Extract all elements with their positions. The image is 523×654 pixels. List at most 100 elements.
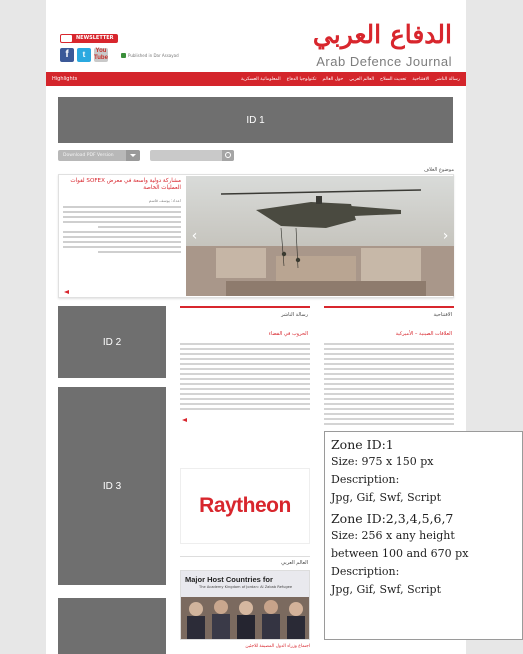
text-line [63, 216, 181, 218]
text-line [180, 408, 310, 410]
ad-zone-3: ID 3 [58, 387, 166, 585]
slider-next-icon[interactable]: › [441, 229, 450, 243]
text-line [324, 423, 454, 425]
editorial-subtitle[interactable]: العلاقات الصينية – الأميركية [324, 331, 452, 337]
text-line [324, 348, 454, 350]
text-line [324, 403, 454, 405]
text-line [63, 236, 181, 238]
ad-zone-label: ID 3 [102, 480, 122, 492]
facebook-icon[interactable]: f [60, 48, 74, 62]
publisher-title[interactable]: رسالة الناشر [180, 312, 308, 318]
featured-title[interactable]: مشاركة دولية واسعة في معرض SOFEX لقوات ا… [63, 178, 181, 192]
more-arrow-icon[interactable] [182, 418, 187, 422]
search-icon[interactable] [222, 150, 234, 161]
nav-highlights[interactable]: Highlights [52, 76, 77, 82]
text-line [324, 413, 454, 415]
text-line [324, 393, 454, 395]
text-line [98, 226, 181, 228]
text-line [180, 358, 310, 360]
nav-item[interactable]: حول العالم [323, 77, 344, 82]
zone2-desc: Jpg, Gif, Swf, Script [331, 583, 442, 596]
text-line [180, 398, 310, 400]
zone1-desc: Jpg, Gif, Swf, Script [331, 491, 442, 504]
text-line [180, 393, 310, 395]
newsletter-label: NEWSLETTER [76, 35, 114, 41]
text-line [324, 388, 454, 390]
text-line [324, 353, 454, 355]
raytheon-logo-text: Raytheon [199, 494, 291, 517]
zone2-title: Zone ID:2,3,4,5,6,7 [331, 511, 454, 526]
nav-item[interactable]: الافتتاحية [412, 77, 429, 82]
chevron-down-icon [126, 150, 140, 161]
twitter-icon[interactable]: t [77, 48, 91, 62]
text-line [180, 363, 310, 365]
text-line [180, 383, 310, 385]
text-line [180, 388, 310, 390]
nav-item[interactable]: العالم العربي [349, 77, 374, 82]
text-line [324, 368, 454, 370]
text-line [324, 343, 454, 345]
nav-item[interactable]: تحديث السلاح [380, 77, 406, 82]
editorial-title[interactable]: الافتتاحية [324, 312, 452, 318]
ad-zone-label: ID 2 [102, 336, 122, 348]
text-line [324, 358, 454, 360]
zone-info-panel: Zone ID:1 Size: 975 x 150 px Description… [324, 431, 523, 640]
brand-logo-arabic[interactable]: الدفاع العربي [313, 20, 453, 49]
published-text: Published in Dar Assayad [128, 52, 179, 58]
mail-icon [61, 35, 72, 42]
text-line [63, 241, 181, 243]
raytheon-ad[interactable]: Raytheon [180, 468, 310, 544]
text-line [324, 418, 454, 420]
publisher-subtitle[interactable]: الحروب في الفضاء [180, 331, 308, 337]
featured-body [63, 206, 181, 253]
search-input[interactable] [150, 150, 234, 161]
editorial-body [324, 343, 454, 428]
text-line [324, 363, 454, 365]
text-line [180, 378, 310, 380]
text-line [324, 398, 454, 400]
text-line [63, 221, 181, 223]
zone2-size: Size: 256 x any height [331, 529, 455, 542]
featured-image[interactable]: ‹ › [186, 176, 454, 296]
editorial-header-bar [324, 306, 454, 308]
publisher-icon [121, 52, 126, 58]
thumbnail-headline: Major Host Countries for [185, 575, 273, 584]
featured-text: مشاركة دولية واسعة في معرض SOFEX لقوات ا… [63, 178, 181, 253]
text-line [324, 378, 454, 380]
zone2-desc-label: Description: [331, 565, 400, 578]
text-line [63, 211, 181, 213]
nav-items: رسالة الناشر الافتتاحية تحديث السلاح الع… [241, 77, 460, 82]
text-line [63, 231, 181, 233]
text-line [63, 246, 181, 248]
text-line [324, 408, 454, 410]
social-links: f t You Tube Published in Dar Assayad [60, 48, 179, 62]
thumbnail-caption[interactable]: اجتماع وزراء الدول المضيفة للاجئين [180, 644, 310, 649]
zone2-size-range: between 100 and 670 px [331, 547, 469, 560]
helicopter-photo [186, 176, 454, 296]
publisher-header-bar [180, 306, 310, 308]
text-line [98, 251, 181, 253]
nav-item[interactable]: رسالة الناشر [435, 77, 460, 82]
text-line [63, 206, 181, 208]
zone1-size: Size: 975 x 150 px [331, 455, 434, 468]
pdf-download-select[interactable]: Download PDF Version [58, 150, 140, 161]
ad-zone-4 [58, 598, 166, 654]
nav-item[interactable]: المعلوماتية العسكرية [241, 77, 281, 82]
nav-item[interactable]: تكنولوجيا الدفاع [287, 77, 317, 82]
arab-world-title[interactable]: العالم العربي [180, 560, 308, 566]
published-note: Published in Dar Assayad [121, 52, 179, 58]
text-line [180, 348, 310, 350]
publisher-body [180, 343, 310, 413]
thumbnail-subline: The Academy Kingdom of Jordan: Al Zabab … [199, 585, 293, 589]
zone1-title: Zone ID:1 [331, 437, 394, 452]
slider-prev-icon[interactable]: ‹ [190, 229, 199, 243]
text-line [180, 403, 310, 405]
article-thumbnail[interactable]: Major Host Countries for The Academy Kin… [180, 570, 310, 640]
cover-story-label: موضوع الغلاف [423, 167, 454, 173]
featured-slider: مشاركة دولية واسعة في معرض SOFEX لقوات ا… [58, 174, 454, 298]
newsletter-button[interactable]: NEWSLETTER [60, 34, 118, 43]
youtube-icon[interactable]: You Tube [94, 48, 108, 62]
more-arrow-icon[interactable] [64, 290, 69, 294]
brand-logo-english[interactable]: Arab Defence Journal [316, 54, 452, 69]
ad-zone-1: ID 1 [58, 97, 453, 143]
